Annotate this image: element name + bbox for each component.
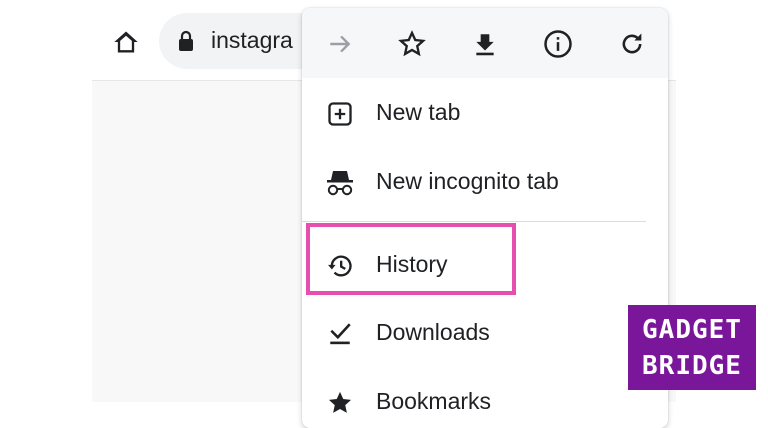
watermark-line1: GADGET <box>642 315 742 345</box>
url-text[interactable]: instagra <box>211 27 293 54</box>
menu-item-label: Downloads <box>376 319 490 345</box>
menu-item-bookmarks[interactable]: Bookmarks <box>302 372 668 428</box>
menu-item-label: New tab <box>376 99 461 125</box>
forward-button[interactable] <box>322 26 358 62</box>
bookmark-button[interactable] <box>394 26 430 62</box>
watermark-logo: GADGET BRIDGE <box>628 305 756 390</box>
new-tab-icon <box>328 102 352 126</box>
incognito-icon <box>327 171 353 196</box>
home-button[interactable] <box>108 24 144 60</box>
download-page-button[interactable] <box>467 26 503 62</box>
downloads-icon <box>330 323 351 345</box>
watermark-line2: BRIDGE <box>642 351 742 381</box>
menu-item-new-tab[interactable]: New tab <box>302 83 668 143</box>
home-icon <box>114 31 138 53</box>
menu-item-new-incognito-tab[interactable]: New incognito tab <box>302 152 668 212</box>
reload-icon <box>622 33 642 54</box>
forward-icon <box>330 35 351 53</box>
page-info-button[interactable] <box>540 26 576 62</box>
lock-icon <box>179 30 193 51</box>
history-highlight-box <box>306 223 516 295</box>
bookmark-star-icon <box>398 30 426 57</box>
menu-item-downloads[interactable]: Downloads <box>302 303 668 363</box>
info-icon <box>544 30 572 58</box>
overflow-menu: New tab New incognito tab History Downlo… <box>302 8 668 428</box>
menu-divider <box>302 221 646 222</box>
menu-icon-row <box>302 8 668 78</box>
download-icon <box>476 34 494 56</box>
bookmarks-star-icon <box>328 391 352 413</box>
menu-item-label: New incognito tab <box>376 168 559 194</box>
reload-button[interactable] <box>614 26 650 62</box>
left-margin <box>0 81 92 402</box>
